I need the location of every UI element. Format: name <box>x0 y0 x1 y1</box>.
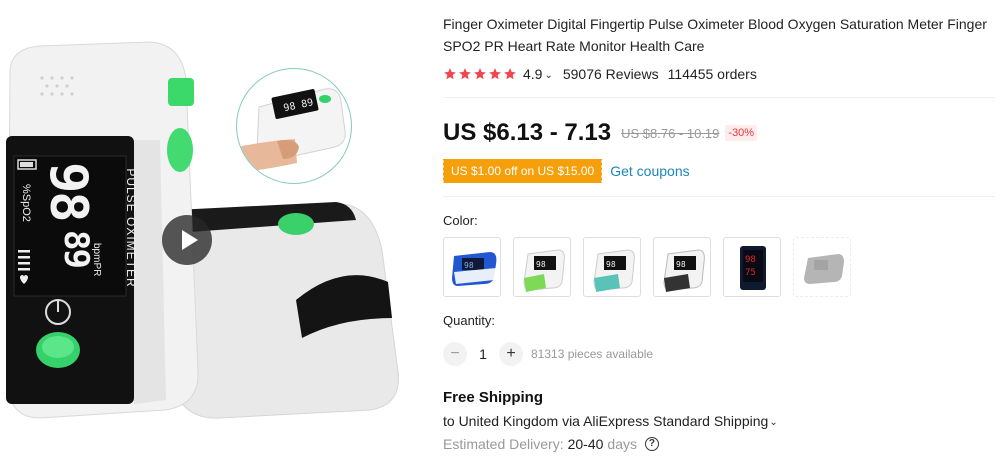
delivery-value: 20-40 <box>567 436 604 452</box>
svg-text:75: 75 <box>745 268 756 278</box>
rating-row: 4.9 ⌄ 59076 Reviews 114455 orders <box>443 64 757 84</box>
product-info-panel: Finger Oximeter Digital Fingertip Pulse … <box>441 0 1003 464</box>
pr-unit: bpmPR <box>91 243 102 277</box>
play-video-button[interactable] <box>162 215 212 265</box>
quantity-stepper: − 1 + 81313 pieces available <box>443 342 653 366</box>
svg-text:98: 98 <box>676 260 686 269</box>
teal-oximeter-thumbnail: 98 <box>593 249 635 292</box>
stock-available: 81313 pieces available <box>531 347 654 361</box>
svg-text:98: 98 <box>606 260 616 269</box>
shipping-destination[interactable]: to United Kingdom via AliExpress Standar… <box>443 413 778 429</box>
blue-oximeter-thumbnail: 98 <box>452 252 497 286</box>
color-option-red-display[interactable]: 98 75 <box>723 237 781 297</box>
delivery-unit: days <box>607 436 637 452</box>
coupon-tag[interactable]: US $1.00 off on US $15.00 <box>441 159 604 183</box>
spo2-reading: 98 <box>38 162 98 221</box>
chevron-down-icon[interactable]: ⌄ <box>769 417 777 428</box>
shipping-title: Free Shipping <box>443 389 544 406</box>
original-price: US $8.76 - 10.19 <box>621 125 720 141</box>
green-oximeter-thumbnail: 98 <box>523 249 565 292</box>
svg-text:98: 98 <box>536 260 546 269</box>
current-price: US $6.13 - 7.13 <box>443 119 612 146</box>
finger-in-oximeter-image: 98 89 <box>237 88 346 173</box>
star-icon <box>444 68 456 80</box>
color-option-blue[interactable]: 98 <box>443 237 501 297</box>
quantity-input[interactable]: 1 <box>467 346 499 362</box>
quantity-label: Quantity: <box>443 313 496 328</box>
red-display-oximeter-thumbnail: 98 75 <box>740 246 766 290</box>
increase-quantity-button[interactable]: + <box>499 342 523 366</box>
color-label: Color: <box>443 213 478 228</box>
device-brand-text: PULSE OXIMETER <box>124 168 138 288</box>
help-icon[interactable]: ? <box>644 437 659 451</box>
svg-text:98: 98 <box>464 261 474 270</box>
pr-reading: 89 <box>56 230 96 267</box>
discount-badge: -30% <box>725 125 758 141</box>
play-icon <box>182 230 198 250</box>
star-icon <box>504 68 516 80</box>
reviews-link[interactable]: 59076 Reviews <box>563 66 659 82</box>
divider <box>443 97 995 98</box>
grey-oximeter-thumbnail <box>804 254 844 284</box>
star-icon <box>459 68 471 80</box>
color-option-green[interactable]: 98 <box>513 237 571 297</box>
svg-text:98: 98 <box>745 255 756 265</box>
inset-thumbnail[interactable]: 98 89 <box>236 68 352 184</box>
delivery-label: Estimated Delivery: <box>443 436 564 452</box>
coupon-row: US $1.00 off on US $15.00 Get coupons <box>441 159 690 183</box>
color-swatches: 98 98 98 98 98 75 <box>443 237 851 297</box>
price-row: US $6.13 - 7.13 US $8.76 - 10.19 -30% <box>443 118 758 148</box>
color-option-teal[interactable]: 98 <box>583 237 641 297</box>
orders-count: 114455 orders <box>667 66 757 82</box>
color-option-black-white[interactable]: 98 <box>653 237 711 297</box>
decrease-quantity-button[interactable]: − <box>443 342 467 366</box>
get-coupons-link[interactable]: Get coupons <box>610 163 689 179</box>
star-icon <box>474 68 486 80</box>
estimated-delivery: Estimated Delivery: 20-40 days ? <box>443 436 659 452</box>
rating-stars <box>443 67 517 81</box>
star-icon <box>489 68 501 80</box>
divider <box>443 196 995 197</box>
product-image-gallery[interactable]: 98 89 %SpO2 bpmPR PULSE OXIMETER 98 89 <box>0 0 410 464</box>
black-white-oximeter-thumbnail: 98 <box>663 249 705 292</box>
spo2-unit: %SpO2 <box>20 184 32 222</box>
product-title: Finger Oximeter Digital Fingertip Pulse … <box>443 16 987 54</box>
rating-value[interactable]: 4.9 <box>523 66 542 82</box>
chevron-down-icon[interactable]: ⌄ <box>544 70 552 81</box>
shipping-destination-text[interactable]: to United Kingdom via AliExpress Standar… <box>443 413 768 429</box>
color-option-grey[interactable] <box>793 237 851 297</box>
